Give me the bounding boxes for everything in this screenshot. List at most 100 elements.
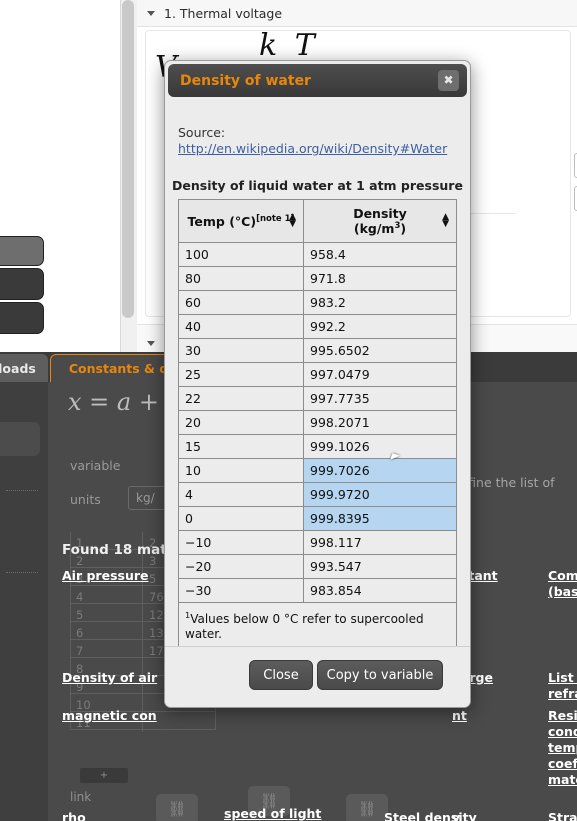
table-footnote-row: 1Values below 0 °C refer to supercooled … — [178, 602, 457, 646]
cell-density[interactable]: 983.854 — [303, 578, 457, 604]
cell-temp[interactable]: 25 — [178, 362, 304, 388]
copy-to-variable-button[interactable]: Copy to variable — [317, 660, 443, 690]
column-header-temp-label: Temp (°C) — [187, 213, 257, 229]
link-speed-of-light-in-vacuum[interactable]: speed of light in vacuum — [224, 806, 324, 821]
column-header-temp[interactable]: Temp (°C)[note 1] ▲ ▼ — [178, 198, 304, 244]
accordion-header-thermal-voltage[interactable]: 1. Thermal voltage — [137, 0, 577, 27]
left-edge-button-3[interactable] — [0, 302, 44, 334]
cell-temp[interactable]: 10 — [178, 458, 304, 484]
link-steel-density[interactable]: Steel density — [384, 810, 477, 821]
cell-temp[interactable]: −20 — [178, 554, 304, 580]
dark-grid-cell: 5 — [76, 608, 84, 622]
cell-density[interactable]: 999.9720 — [303, 482, 457, 508]
cell-density[interactable]: 998.117 — [303, 530, 457, 556]
cell-density[interactable]: 993.547 — [303, 554, 457, 580]
link-magnetic-constant[interactable]: magnetic con — [62, 708, 157, 723]
link-resistivity-conductivity[interactable]: Resist condu tempe coeffi mater — [548, 708, 577, 788]
cell-density[interactable]: 958.4 — [303, 242, 457, 268]
table-header-row: Temp (°C)[note 1] ▲ ▼ Density (kg/m3) ▲ ▼ — [178, 198, 457, 244]
dark-sidebar-button-1[interactable] — [0, 422, 40, 456]
tab-loads[interactable]: loads — [0, 354, 48, 382]
dark-variable-label: variable — [70, 458, 121, 473]
cell-temp[interactable]: 60 — [178, 290, 304, 316]
chevron-down-icon — [147, 340, 155, 346]
link-stratosphere-above[interactable]: Strato above — [548, 810, 577, 821]
sort-arrows-icon[interactable]: ▲ ▼ — [289, 213, 296, 229]
table-row[interactable]: 100 958.4 — [178, 242, 457, 268]
table-row[interactable]: 25 997.0479 — [178, 362, 457, 388]
link-air-pressure[interactable]: Air pressure — [62, 568, 149, 583]
cell-density[interactable]: 999.1026 — [303, 434, 457, 460]
add-row-button[interactable]: + — [80, 768, 128, 783]
cell-temp[interactable]: 22 — [178, 386, 304, 412]
table-row[interactable]: 15 999.1026 — [178, 434, 457, 460]
left-edge-button-1[interactable] — [0, 236, 44, 266]
cell-temp[interactable]: −10 — [178, 530, 304, 556]
table-caption: Density of liquid water at 1 atm pressur… — [172, 178, 463, 193]
cell-density[interactable]: 999.7026 — [303, 458, 457, 484]
link-common-base[interactable]: Comm (base — [548, 568, 577, 600]
cell-density[interactable]: 998.2071 — [303, 410, 457, 436]
chevron-down-icon — [147, 10, 155, 16]
column-header-density[interactable]: Density (kg/m3) ▲ ▼ — [303, 198, 457, 244]
table-row[interactable]: −10 998.117 — [178, 530, 457, 556]
link-chain-icon-3[interactable]: ⛓ — [346, 794, 388, 821]
left-edge-button-2[interactable] — [0, 268, 44, 300]
divider-dotted-2 — [6, 572, 38, 574]
cell-temp[interactable]: 80 — [178, 266, 304, 292]
dark-grid-cell: 7 — [76, 644, 84, 658]
table-row[interactable]: −20 993.547 — [178, 554, 457, 580]
dialog-title-bar[interactable]: Density of water ✖ — [168, 64, 467, 97]
link-rho[interactable]: rho — [62, 810, 86, 821]
cell-temp[interactable]: 100 — [178, 242, 304, 268]
cell-temp[interactable]: 4 — [178, 482, 304, 508]
cell-density[interactable]: 997.0479 — [303, 362, 457, 388]
sort-arrows-icon[interactable]: ▲ ▼ — [442, 213, 449, 229]
cell-density[interactable]: 997.7735 — [303, 386, 457, 412]
density-table: Temp (°C)[note 1] ▲ ▼ Density (kg/m3) ▲ ▼ … — [178, 198, 457, 646]
table-row[interactable]: 40 992.2 — [178, 314, 457, 340]
table-row[interactable]: 20 998.2071 — [178, 410, 457, 436]
dark-grid-cell: 76 — [149, 590, 164, 604]
dialog-body: Source: http://en.wikipedia.org/wiki/Den… — [165, 101, 470, 646]
cell-temp[interactable]: 15 — [178, 434, 304, 460]
table-row[interactable]: 4 999.9720 — [178, 482, 457, 508]
table-row[interactable]: 80 971.8 — [178, 266, 457, 292]
column-header-density-unit: (kg/m3) — [353, 221, 407, 237]
cell-temp[interactable]: 0 — [178, 506, 304, 532]
table-row[interactable]: 10 999.7026 — [178, 458, 457, 484]
cell-density[interactable]: 971.8 — [303, 266, 457, 292]
link-current[interactable]: nt — [452, 708, 467, 723]
source-link[interactable]: http://en.wikipedia.org/wiki/Density#Wat… — [178, 141, 447, 156]
dark-units-label: units — [70, 492, 101, 507]
link-density-of-air[interactable]: Density of air — [62, 670, 157, 685]
left-scrollbar-thumb[interactable] — [122, 0, 134, 318]
cell-temp[interactable]: 30 — [178, 338, 304, 364]
divider-dotted-1 — [6, 490, 38, 492]
link-list-of-refractive[interactable]: List of refrac — [548, 670, 577, 702]
cell-density[interactable]: 999.8395 — [303, 506, 457, 532]
table-row[interactable]: 60 983.2 — [178, 290, 457, 316]
table-row[interactable]: −30 983.854 — [178, 578, 457, 604]
cell-density[interactable]: 992.2 — [303, 314, 457, 340]
table-row[interactable]: 30 995.6502 — [178, 338, 457, 364]
table-row[interactable]: 22 997.7735 — [178, 386, 457, 412]
cell-temp[interactable]: −30 — [178, 578, 304, 604]
cell-density[interactable]: 983.2 — [303, 290, 457, 316]
table-head: Temp (°C)[note 1] ▲ ▼ Density (kg/m3) ▲ ▼ — [178, 198, 457, 244]
link-density[interactable]: y — [452, 810, 460, 821]
cell-temp[interactable]: 40 — [178, 314, 304, 340]
table-row[interactable]: 0 999.8395 — [178, 506, 457, 532]
close-button[interactable]: Close — [249, 660, 313, 690]
cell-temp[interactable]: 20 — [178, 410, 304, 436]
close-icon[interactable]: ✖ — [438, 70, 459, 91]
dialog-footer: Close Copy to variable — [165, 646, 470, 707]
source-prefix: Source: — [178, 125, 226, 140]
cell-density[interactable]: 995.6502 — [303, 338, 457, 364]
dark-formula: x = a + — [68, 388, 159, 416]
link-chain-icon-1[interactable]: ⛓ — [156, 794, 198, 821]
accordion-label-1: 1. Thermal voltage — [164, 5, 283, 21]
column-header-density-label: Density — [353, 206, 407, 221]
source-line: Source: http://en.wikipedia.org/wiki/Den… — [178, 125, 447, 157]
dark-grid-cell: 13 — [149, 626, 164, 640]
